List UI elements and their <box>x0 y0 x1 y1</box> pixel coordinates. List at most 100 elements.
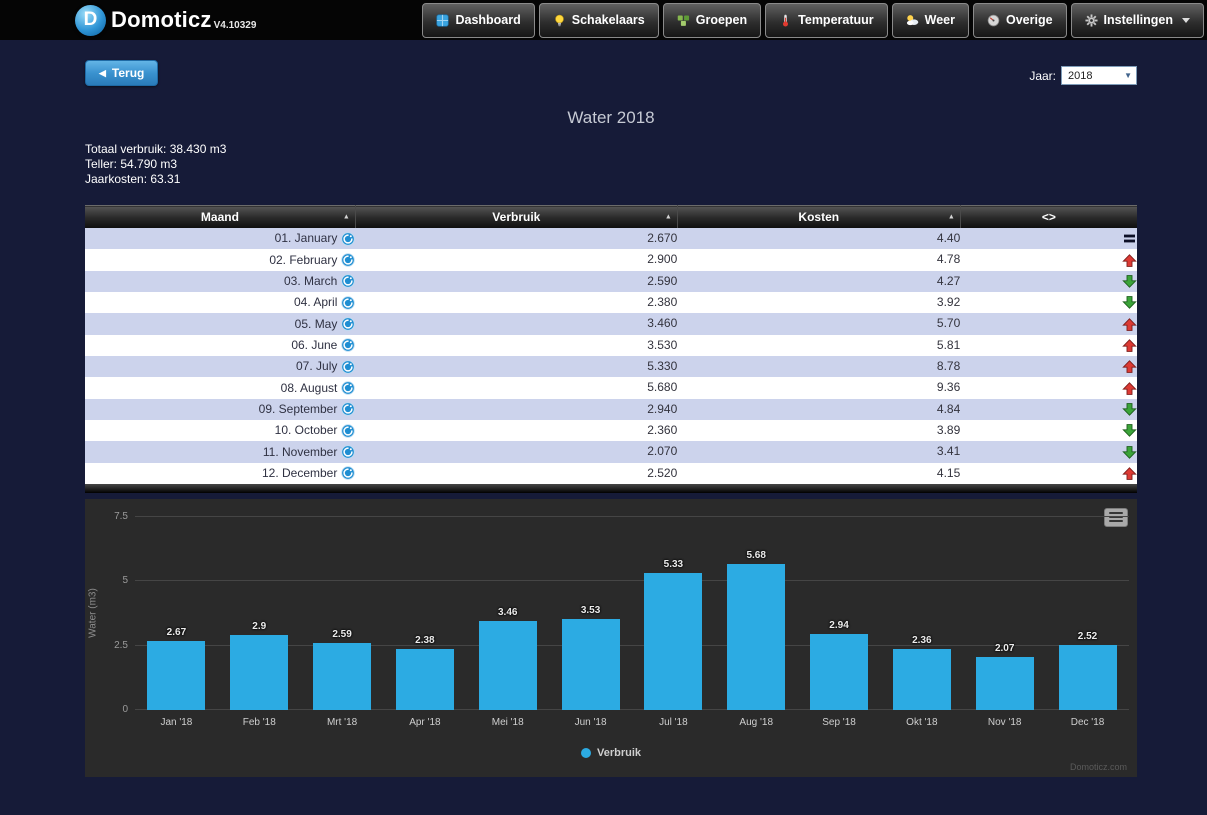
bar-value-label: 2.94 <box>829 620 849 632</box>
trend-up-icon <box>1122 381 1137 395</box>
bar[interactable] <box>727 563 786 710</box>
column-header-verbruik[interactable]: Verbruik ▲ <box>355 205 678 228</box>
brand[interactable]: D Domoticz V4.10329 <box>75 4 257 36</box>
table-row[interactable]: 04. April 2.380 3.92 <box>85 291 1137 314</box>
column-header-label: <> <box>1041 210 1056 224</box>
month-label: 02. February <box>269 252 338 267</box>
kosten-value: 4.15 <box>936 465 961 480</box>
bar[interactable] <box>975 656 1034 710</box>
column-header-maand[interactable]: Maand ▲ <box>85 205 356 228</box>
nav-instellingen[interactable]: Instellingen <box>1070 2 1204 38</box>
chevron-down-icon: ▼ <box>1124 71 1132 80</box>
trend-down-icon <box>1122 424 1137 438</box>
month-label: 06. June <box>291 337 338 352</box>
bar[interactable] <box>644 572 703 710</box>
nav-dashboard[interactable]: Dashboard <box>422 2 535 38</box>
kosten-value: 5.70 <box>936 316 961 331</box>
nav-label: Instellingen <box>1103 13 1173 27</box>
nav-label: Overige <box>1005 13 1053 27</box>
counter-icon[interactable] <box>341 381 356 395</box>
x-tick-label: Mrt '18 <box>326 716 358 728</box>
table-row[interactable]: 08. August 5.680 9.36 <box>85 377 1137 399</box>
y-tick-label: 0 <box>122 703 128 715</box>
counter-icon[interactable] <box>341 424 356 438</box>
table-header-row: Maand ▲ Verbruik ▲ Kosten ▲ <> <box>85 205 1137 228</box>
month-label: 11. November <box>262 444 338 459</box>
y-axis-title: Water (m3) <box>87 588 99 638</box>
bar[interactable] <box>147 641 206 710</box>
nav-weer[interactable]: Weer <box>891 2 969 38</box>
counter-icon[interactable] <box>341 274 356 289</box>
table-row[interactable]: 10. October 2.360 3.89 <box>85 419 1137 442</box>
table-row[interactable]: 11. November 2.070 3.41 <box>85 441 1137 463</box>
counter-icon[interactable] <box>341 402 356 417</box>
bar-value-label: 2.9 <box>252 621 267 633</box>
trend-down-icon <box>1122 296 1137 310</box>
counter-icon[interactable] <box>341 338 356 353</box>
bar-column: 5.68 <box>715 517 798 710</box>
table-row[interactable]: 03. March 2.590 4.27 <box>85 270 1137 292</box>
x-axis-labels: Jan '18 Feb '18 Mrt '18 Apr '18 Mei '18 Jun '… <box>135 717 1129 728</box>
counter-icon[interactable] <box>341 360 356 374</box>
bar[interactable] <box>395 648 454 710</box>
column-header-trend[interactable]: <> <box>960 205 1137 228</box>
bar[interactable] <box>1058 645 1117 710</box>
app-version: V4.10329 <box>213 19 257 31</box>
nav-temperatuur[interactable]: Temperatuur <box>765 2 888 38</box>
table-row[interactable]: 05. May 3.460 5.70 <box>85 313 1137 335</box>
counter-icon[interactable] <box>341 466 356 481</box>
lightbulb-icon <box>554 14 564 26</box>
counter-icon[interactable] <box>341 445 356 459</box>
kosten-value: 5.81 <box>936 337 961 352</box>
bar-column: 3.46 <box>466 517 549 710</box>
month-label: 09. September <box>258 401 338 416</box>
kosten-value: 3.41 <box>936 444 961 459</box>
verbruik-value: 2.900 <box>647 252 678 267</box>
nav-label: Schakelaars <box>571 13 645 27</box>
weather-icon <box>906 14 918 25</box>
verbruik-value: 3.460 <box>647 316 678 331</box>
bar[interactable] <box>478 620 537 710</box>
table-row[interactable]: 09. September 2.940 4.84 <box>85 398 1137 420</box>
trend-up-icon <box>1122 253 1137 267</box>
kosten-value: 4.40 <box>936 231 961 246</box>
nav-overige[interactable]: Overige <box>972 2 1067 38</box>
chart-legend[interactable]: Verbruik <box>85 747 1137 759</box>
bar-value-label: 5.33 <box>663 558 684 570</box>
nav-groepen[interactable]: Groepen <box>662 2 762 38</box>
gear-icon <box>1085 13 1098 27</box>
counter-icon[interactable] <box>341 232 356 246</box>
bar-column: 5.33 <box>632 517 715 710</box>
bar-column: 2.59 <box>301 517 384 710</box>
counter-icon[interactable] <box>341 317 356 331</box>
x-tick-label: Apr '18 <box>409 716 441 728</box>
table-row[interactable]: 12. December 2.520 4.15 <box>85 462 1137 484</box>
counter-icon[interactable] <box>341 253 356 267</box>
table-row[interactable]: 07. July 5.330 8.78 <box>85 355 1137 378</box>
kosten-value: 3.92 <box>936 295 961 310</box>
table-row[interactable]: 01. January 2.670 4.40 <box>85 228 1137 250</box>
bar[interactable] <box>313 643 372 710</box>
back-button[interactable]: ◀ Terug <box>85 60 159 86</box>
table-row[interactable]: 06. June 3.530 5.81 <box>85 334 1137 356</box>
column-header-kosten[interactable]: Kosten ▲ <box>677 205 961 228</box>
domoticz-logo-icon: D <box>75 4 106 36</box>
trend-equal-icon <box>1122 232 1137 245</box>
bar[interactable] <box>810 634 869 710</box>
usage-stats: Totaal verbruik: 38.430 m3 Teller: 54.79… <box>85 142 1137 187</box>
top-navigation: D Domoticz V4.10329 Dashboard Schakelaar… <box>0 0 1207 40</box>
bar[interactable] <box>561 619 620 710</box>
month-label: 01. January <box>274 231 338 246</box>
year-select[interactable]: 2018 ▼ <box>1061 66 1137 85</box>
table-row[interactable]: 02. February 2.900 4.78 <box>85 249 1137 271</box>
counter-icon[interactable] <box>341 296 356 310</box>
bar-value-label: 2.52 <box>1077 631 1098 643</box>
x-tick-label: Jul '18 <box>659 716 688 728</box>
bar[interactable] <box>230 635 289 710</box>
y-tick-label: 2.5 <box>114 639 128 651</box>
bar-value-label: 2.36 <box>912 635 932 647</box>
bar-column: 3.53 <box>549 517 632 710</box>
bar[interactable] <box>892 649 951 710</box>
nav-schakelaars[interactable]: Schakelaars <box>538 2 659 38</box>
trend-down-icon <box>1122 445 1137 459</box>
